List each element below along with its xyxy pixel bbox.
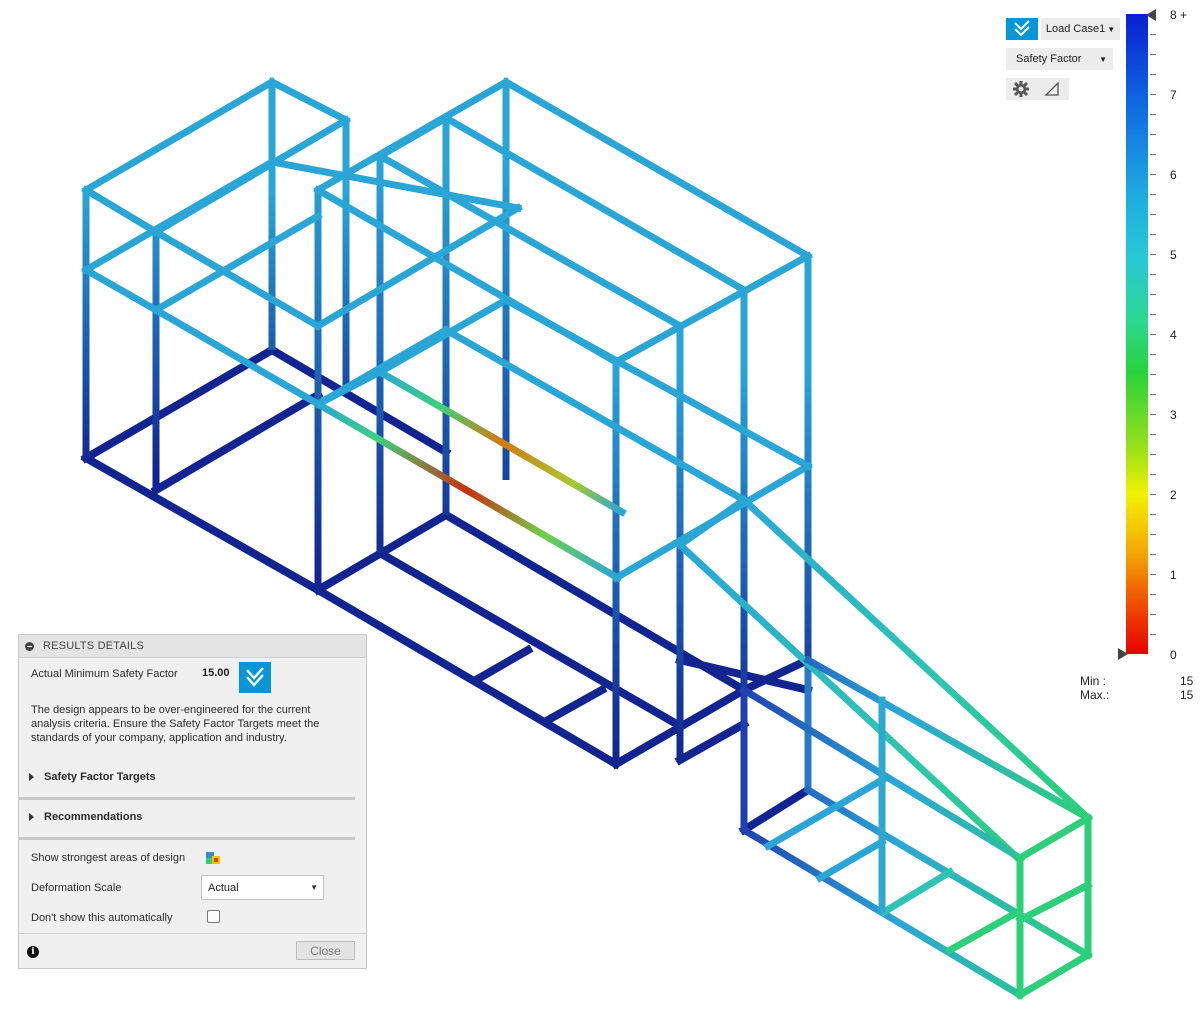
expand-arrow-icon: [29, 813, 34, 821]
divider: [19, 797, 355, 800]
legend-max-pointer-icon[interactable]: [1146, 9, 1156, 21]
load-case-label: Load Case1: [1045, 23, 1106, 35]
legend-min-value: 15: [1180, 674, 1194, 688]
section-label: Recommendations: [44, 811, 143, 823]
divider: [19, 837, 355, 840]
collapse-icon[interactable]: [25, 641, 34, 651]
info-icon[interactable]: i: [27, 946, 39, 958]
legend-label: 7: [1170, 88, 1177, 102]
dropdown-arrow-icon: ▼: [1099, 54, 1107, 64]
min-safety-factor-value: 15.00: [202, 667, 230, 679]
expand-arrow-icon: [29, 773, 34, 781]
deformation-scale-icon[interactable]: [1044, 82, 1060, 96]
panel-footer: i Close: [19, 933, 366, 969]
close-button[interactable]: Close: [296, 941, 355, 960]
section-recommendations[interactable]: Recommendations: [29, 811, 142, 823]
legend-label: 4: [1170, 328, 1177, 342]
panel-header[interactable]: RESULTS DETAILS: [19, 635, 366, 658]
deformation-scale-value: Actual: [208, 881, 239, 894]
results-details-panel: RESULTS DETAILS Actual Minimum Safety Fa…: [18, 634, 367, 969]
legend-min-label: Min :: [1080, 674, 1107, 688]
show-strongest-areas-icon[interactable]: [205, 851, 221, 865]
results-message: The design appears to be over-engineered…: [31, 704, 320, 744]
gear-icon[interactable]: [1012, 81, 1030, 97]
legend-max-label: Max.:: [1080, 688, 1110, 702]
deformation-scale-label: Deformation Scale: [31, 882, 122, 894]
legend-label: 5: [1170, 248, 1177, 262]
dont-show-label: Don't show this automatically: [31, 912, 173, 924]
legend-max-value: 15: [1180, 688, 1194, 702]
results-status-button[interactable]: [1006, 18, 1038, 40]
deformation-scale-select[interactable]: Actual ▼: [201, 875, 324, 900]
legend-label: 2: [1170, 488, 1177, 502]
result-type-dropdown[interactable]: Safety Factor ▼: [1006, 48, 1113, 70]
section-safety-factor-targets[interactable]: Safety Factor Targets: [29, 771, 156, 783]
legend-label: 6: [1170, 168, 1177, 182]
safety-factor-legend-bar: [1126, 14, 1148, 654]
dropdown-arrow-icon: ▼: [1107, 24, 1116, 34]
section-label: Safety Factor Targets: [44, 771, 156, 783]
legend-label: 3: [1170, 408, 1177, 422]
legend-label: 0: [1170, 648, 1177, 662]
result-type-label: Safety Factor: [1016, 53, 1082, 65]
legend-label: 1: [1170, 568, 1177, 582]
legend-tools: [1006, 78, 1069, 100]
dont-show-checkbox[interactable]: [207, 910, 220, 923]
legend-min-pointer-icon[interactable]: [1118, 648, 1128, 660]
legend-label: 8 +: [1170, 8, 1188, 22]
min-safety-factor-label: Actual Minimum Safety Factor: [31, 668, 178, 680]
load-case-dropdown[interactable]: Load Case1 ▼: [1041, 18, 1120, 40]
legend-ticks: [1150, 14, 1156, 654]
double-check-icon: [246, 667, 264, 687]
dropdown-arrow-icon: ▼: [310, 883, 318, 892]
double-check-icon: [1014, 20, 1030, 37]
panel-title: RESULTS DETAILS: [43, 640, 145, 652]
safety-factor-status-badge: [239, 662, 271, 693]
show-strongest-label: Show strongest areas of design: [31, 852, 186, 864]
